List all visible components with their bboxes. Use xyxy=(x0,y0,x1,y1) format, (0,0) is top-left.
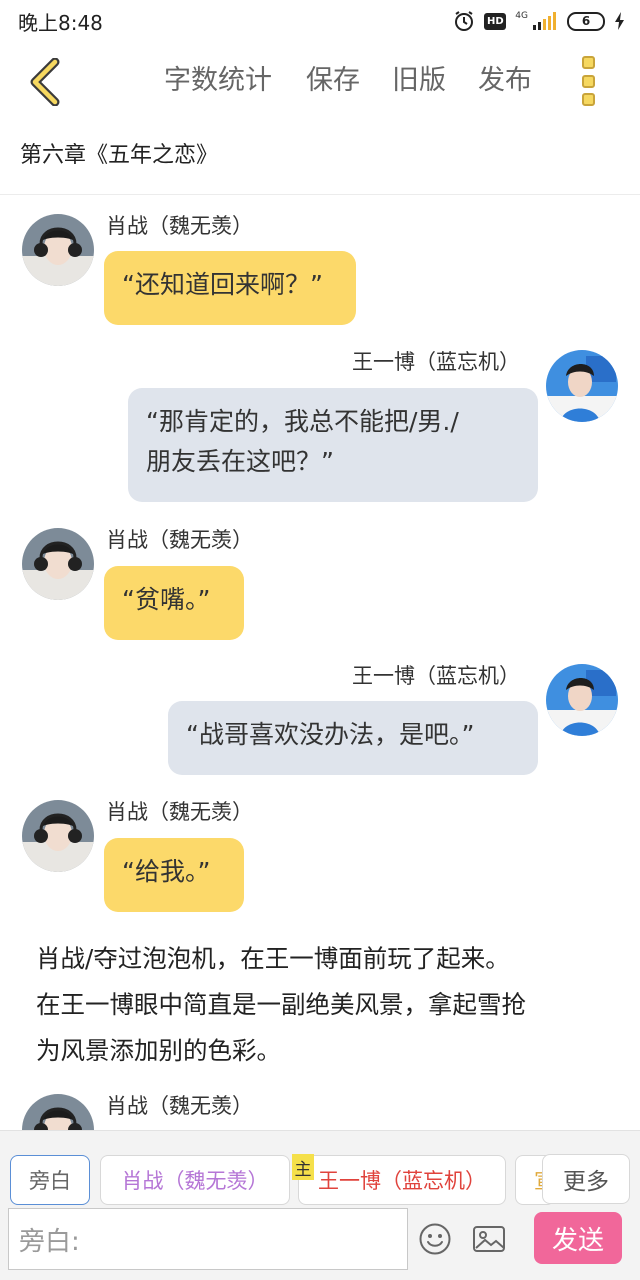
word-count-button[interactable]: 字数统计 xyxy=(164,64,272,98)
chevron-left-icon xyxy=(30,58,60,106)
message-bubble[interactable]: “那肯定的，我总不能把/男./ 朋友丢在这吧？” xyxy=(128,388,538,502)
smile-icon xyxy=(419,1223,451,1255)
message-bubble[interactable]: “战哥喜欢没办法，是吧。” xyxy=(168,701,538,775)
narration-block[interactable]: 肖战/夺过泡泡机，在王一博面前玩了起来。 在王一博眼中简直是一副绝美风景，拿起雪… xyxy=(36,936,616,1074)
message-text: “战哥喜欢没办法，是吧。” xyxy=(186,720,475,749)
message-input[interactable]: 旁白: xyxy=(8,1208,408,1270)
speaker-name: 肖战（魏无羡） xyxy=(106,214,253,238)
alarm-icon xyxy=(453,10,475,32)
message-text-line: 朋友丢在这吧？” xyxy=(146,447,334,476)
charging-icon xyxy=(614,11,626,31)
speaker-name: 肖战（魏无羡） xyxy=(106,800,253,824)
avatar-xiao-zhan[interactable] xyxy=(22,528,94,600)
message-bubble[interactable]: “给我。” xyxy=(104,838,244,912)
menu-dot xyxy=(581,93,595,106)
narration-line: 肖战/夺过泡泡机，在王一博面前玩了起来。 xyxy=(36,944,510,973)
role-xiao-zhan-button[interactable]: 肖战（魏无羡） xyxy=(100,1155,290,1205)
divider xyxy=(0,194,640,195)
emoji-button[interactable] xyxy=(418,1222,452,1256)
status-icons: HD 4G 6 xyxy=(453,10,626,32)
speaker-name: 肖战（魏无羡） xyxy=(106,1094,253,1118)
message-text: “还知道回来啊？” xyxy=(122,270,323,299)
chapter-title: 第六章《五年之恋》 xyxy=(20,143,219,168)
signal-icon xyxy=(532,11,558,31)
image-icon xyxy=(473,1226,505,1252)
narration-line: 在王一博眼中简直是一副绝美风景，拿起雪抢 xyxy=(36,990,526,1019)
battery-level: 6 xyxy=(581,14,591,28)
editor-toolbar: 字数统计 保存 旧版 发布 xyxy=(0,42,640,124)
network-type: 4G xyxy=(515,10,528,21)
old-version-button[interactable]: 旧版 xyxy=(392,64,446,98)
menu-dot xyxy=(581,74,595,88)
avatar-wang-yibo[interactable] xyxy=(546,664,618,736)
message-text-line: “那肯定的，我总不能把/男./ xyxy=(146,407,459,436)
send-button[interactable]: 发送 xyxy=(534,1212,622,1264)
message-text: “给我。” xyxy=(122,857,211,886)
battery-indicator: 6 xyxy=(567,11,605,31)
input-placeholder: 旁白: xyxy=(19,1226,80,1257)
role-narration-button[interactable]: 旁白 xyxy=(10,1155,90,1205)
more-roles-button[interactable]: 更多 xyxy=(542,1154,630,1204)
message-bubble[interactable]: “还知道回来啊？” xyxy=(104,251,356,325)
back-button[interactable] xyxy=(22,56,68,108)
three-dots-vertical-icon xyxy=(581,56,595,69)
speaker-name: 王一博（蓝忘机） xyxy=(352,350,520,374)
message-text: “贫嘴。” xyxy=(122,585,211,614)
avatar-wang-yibo[interactable] xyxy=(546,350,618,422)
role-wang-yibo-button[interactable]: 王一博（蓝忘机） xyxy=(298,1155,506,1205)
image-button[interactable] xyxy=(472,1222,506,1256)
save-button[interactable]: 保存 xyxy=(306,64,360,98)
status-time: 晚上8:48 xyxy=(18,10,103,35)
more-menu-button[interactable] xyxy=(574,56,602,106)
speaker-name: 肖战（魏无羡） xyxy=(106,528,253,552)
hd-badge: HD xyxy=(484,12,507,30)
message-bubble[interactable]: “贫嘴。” xyxy=(104,566,244,640)
narration-line: 为风景添加别的色彩。 xyxy=(36,1036,281,1065)
speaker-name: 王一博（蓝忘机） xyxy=(352,664,520,688)
avatar-xiao-zhan[interactable] xyxy=(22,214,94,286)
main-role-tag: 主 xyxy=(292,1154,314,1180)
status-bar: 晚上8:48 HD 4G 6 xyxy=(0,0,640,42)
avatar-xiao-zhan[interactable] xyxy=(22,800,94,872)
publish-button[interactable]: 发布 xyxy=(478,64,532,98)
